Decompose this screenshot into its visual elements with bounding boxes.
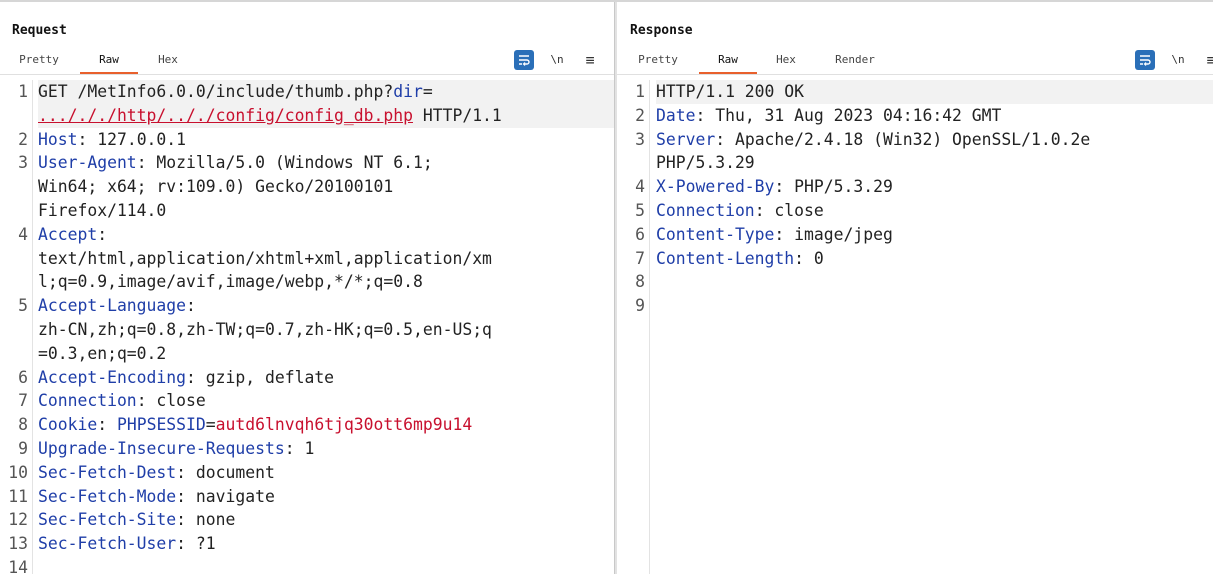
response-line: 6 Content-Type: image/jpeg — [617, 223, 1213, 247]
code-text: Accept: text/html,application/xhtml+xml,a… — [38, 224, 492, 292]
line-number: 9 — [635, 296, 645, 316]
code-text: Accept-Encoding: gzip, deflate — [38, 367, 335, 387]
code-text: Upgrade-Insecure-Requests: 1 — [38, 438, 315, 458]
request-editor[interactable]: 1 GET /MetInfo6.0.0/include/thumb.php?dir… — [0, 80, 614, 574]
line-number: 14 — [8, 557, 28, 574]
response-line: 8​ — [617, 270, 1213, 294]
request-line: 1 GET /MetInfo6.0.0/include/thumb.php?dir… — [0, 80, 614, 128]
request-line: 14 ​ — [0, 556, 614, 574]
newline-toggle-button[interactable]: \n — [1168, 50, 1188, 70]
request-line: 13 Sec-Fetch-User: ?1 — [0, 532, 614, 556]
code-text: Cookie: PHPSESSID=autd6lnvqh6tjq30ott6mp… — [38, 415, 473, 435]
line-number: 6 — [635, 224, 645, 244]
code-text: Accept-Language: zh-CN,zh;q=0.8,zh-TW;q=0… — [38, 296, 492, 363]
code-text: Sec-Fetch-User: ?1 — [38, 534, 216, 554]
request-tab-raw[interactable]: Raw — [80, 52, 138, 74]
line-number: 8 — [18, 415, 28, 435]
response-line: 1 HTTP/1.1 200 OK — [617, 80, 1213, 104]
newline-toggle-button[interactable]: \n — [547, 50, 567, 70]
request-line: 2 Host: 127.0.0.1 — [0, 128, 614, 152]
response-title: Response — [630, 23, 693, 38]
code-text: Host: 127.0.0.1 — [38, 129, 187, 149]
response-line: 3 Server: Apache/2.4.18 (Win32) OpenSSL/1… — [617, 128, 1213, 176]
request-line: 6 Accept-Encoding: gzip, deflate — [0, 366, 614, 390]
code-text: ​ — [38, 556, 614, 574]
request-line: 4 Accept: text/html,application/xhtml+xml,… — [0, 223, 614, 294]
request-line: 8 Cookie: PHPSESSID=autd6lnvqh6tjq30ott6m… — [0, 413, 614, 437]
request-line: 12 Sec-Fetch-Site: none — [0, 508, 614, 532]
line-number: 7 — [18, 391, 28, 411]
request-line: 9 Upgrade-Insecure-Requests: 1 — [0, 437, 614, 461]
line-number: 4 — [18, 224, 28, 244]
request-line: 11 Sec-Fetch-Mode: navigate — [0, 485, 614, 509]
response-tab-raw[interactable]: Raw — [699, 52, 757, 74]
line-number: 5 — [635, 200, 645, 220]
code-text: Content-Length: 0 — [656, 248, 824, 268]
response-tab-hex[interactable]: Hex — [761, 52, 811, 74]
line-number: 6 — [18, 367, 28, 387]
code-text: Server: Apache/2.4.18 (Win32) OpenSSL/1.… — [656, 129, 1091, 173]
request-line: 7 Connection: close — [0, 389, 614, 413]
line-number: 3 — [635, 129, 645, 149]
response-tab-render[interactable]: Render — [823, 52, 887, 74]
code-text: Content-Type: image/jpeg — [656, 224, 893, 244]
code-text: Sec-Fetch-Site: none — [38, 510, 236, 530]
line-number: 5 — [18, 296, 28, 316]
code-text: Connection: close — [656, 200, 824, 220]
line-number: 10 — [8, 462, 28, 482]
response-editor[interactable]: 1 HTTP/1.1 200 OK 2 Date: Thu, 31 Aug 2023 … — [617, 80, 1213, 574]
code-text: HTTP/1.1 200 OK — [656, 80, 1213, 104]
wrap-lines-icon[interactable] — [1135, 50, 1155, 70]
request-title: Request — [12, 23, 67, 38]
response-line: 2 Date: Thu, 31 Aug 2023 04:16:42 GMT — [617, 104, 1213, 128]
code-text: User-Agent: Mozilla/5.0 (Windows NT 6.1;… — [38, 153, 433, 220]
line-number: 7 — [635, 248, 645, 268]
line-number: 13 — [8, 534, 28, 554]
request-tab-hex[interactable]: Hex — [142, 52, 194, 74]
line-number: 11 — [8, 486, 28, 506]
code-text: GET /MetInfo6.0.0/include/thumb.php?dir=… — [38, 80, 614, 128]
code-text: ​ — [656, 294, 1213, 318]
code-text: Date: Thu, 31 Aug 2023 04:16:42 GMT — [656, 105, 1002, 125]
line-number: 2 — [635, 105, 645, 125]
response-lines: 1 HTTP/1.1 200 OK 2 Date: Thu, 31 Aug 2023 … — [617, 80, 1213, 318]
code-text: Sec-Fetch-Mode: navigate — [38, 486, 275, 506]
request-line: 3 User-Agent: Mozilla/5.0 (Windows NT 6.1… — [0, 151, 614, 222]
response-tab-pretty[interactable]: Pretty — [625, 52, 691, 74]
menu-icon[interactable]: ≡ — [580, 50, 600, 70]
line-number: 3 — [18, 153, 28, 173]
line-number: 1 — [18, 82, 28, 101]
line-number: 2 — [18, 129, 28, 149]
line-number: 8 — [635, 272, 645, 292]
line-number: 9 — [18, 438, 28, 458]
response-line: 5 Connection: close — [617, 199, 1213, 223]
request-line: 10 Sec-Fetch-Dest: document — [0, 461, 614, 485]
menu-icon[interactable]: ≡ — [1201, 50, 1213, 70]
request-tab-underline — [0, 74, 614, 75]
response-line: 4 X-Powered-By: PHP/5.3.29 — [617, 175, 1213, 199]
line-number: 12 — [8, 510, 28, 530]
code-text: ​ — [656, 270, 1213, 294]
wrap-lines-icon[interactable] — [514, 50, 534, 70]
request-tab-pretty[interactable]: Pretty — [8, 52, 70, 74]
request-pane: Request Pretty Raw Hex \n ≡ 1 GET /MetInf… — [0, 2, 614, 574]
code-text: Sec-Fetch-Dest: document — [38, 462, 275, 482]
code-text: X-Powered-By: PHP/5.3.29 — [656, 177, 893, 197]
request-lines: 1 GET /MetInfo6.0.0/include/thumb.php?dir… — [0, 80, 614, 574]
response-line: 7 Content-Length: 0 — [617, 247, 1213, 271]
line-number: 1 — [635, 82, 645, 101]
response-pane: Response Pretty Raw Hex Render \n ≡ 1 HTT… — [617, 2, 1213, 574]
code-text: Connection: close — [38, 391, 206, 411]
response-line: 9​ — [617, 294, 1213, 318]
line-number: 4 — [635, 177, 645, 197]
request-line: 5 Accept-Language: zh-CN,zh;q=0.8,zh-TW;q=… — [0, 294, 614, 365]
response-tab-underline — [617, 74, 1213, 75]
